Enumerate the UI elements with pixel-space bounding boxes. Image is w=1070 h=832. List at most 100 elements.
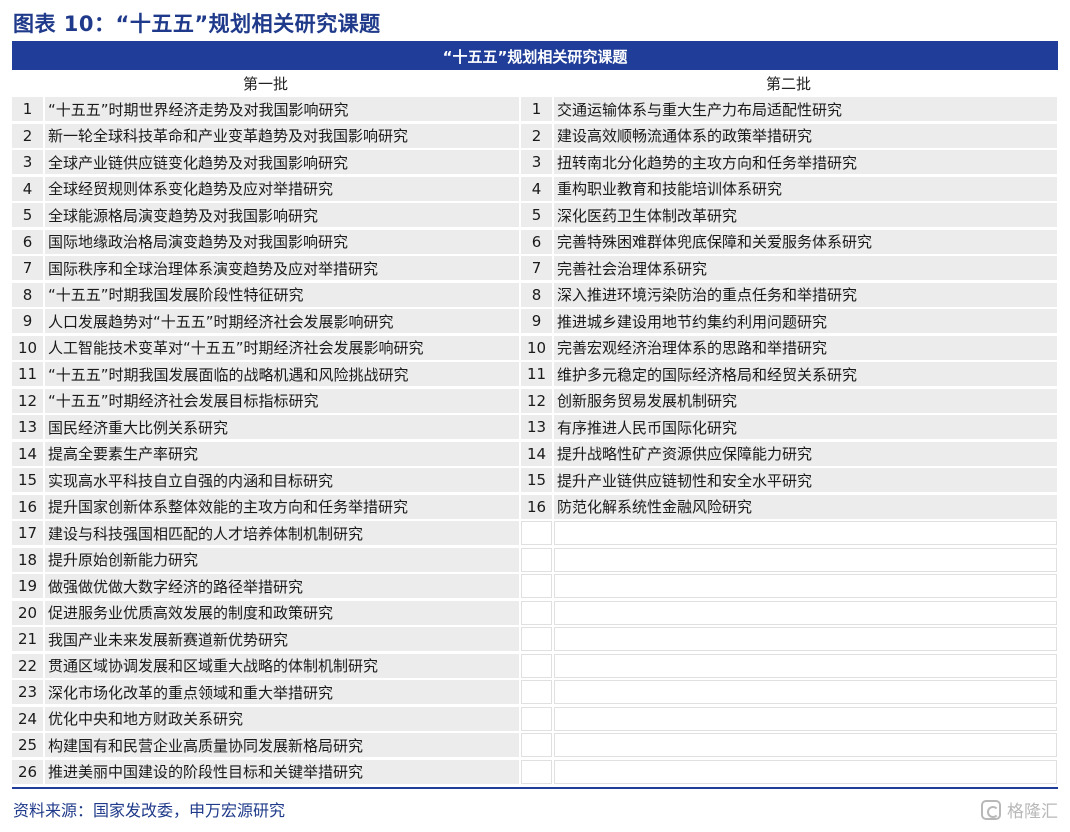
table-row: 12 “十五五”时期经济社会发展目标指标研究 12 创新服务贸易发展机制研究 <box>12 388 1058 415</box>
first-batch-number: 17 <box>12 521 43 545</box>
first-batch-topic: 国际地缘政治格局演变趋势及对我国影响研究 <box>45 229 519 254</box>
table-row: 16 提升国家创新体系整体效能的主攻方向和任务举措研究 16 防范化解系统性金融风险研… <box>12 494 1058 521</box>
first-batch-number: 2 <box>12 123 43 148</box>
first-batch-number: 20 <box>12 600 43 625</box>
table-row: 6 国际地缘政治格局演变趋势及对我国影响研究 6 完善特殊困难群体兜底保障和关爱服务体… <box>12 229 1058 256</box>
second-batch-topic <box>554 653 1057 678</box>
second-batch-number: 13 <box>521 415 552 439</box>
first-batch-number: 21 <box>12 627 43 651</box>
first-batch-topic: “十五五”时期经济社会发展目标指标研究 <box>45 388 519 413</box>
second-batch-topic <box>554 547 1057 572</box>
figure-title: 图表 10：“十五五”规划相关研究课题 <box>13 12 381 36</box>
second-batch-number <box>521 653 552 678</box>
second-batch-number <box>521 759 552 784</box>
first-batch-number: 23 <box>12 680 43 704</box>
first-batch-number: 4 <box>12 176 43 201</box>
second-batch-number <box>521 574 552 598</box>
watermark: 格隆汇 <box>981 797 1058 822</box>
second-batch-number: 5 <box>521 203 552 227</box>
second-batch-topic: 重构职业教育和技能培训体系研究 <box>554 176 1057 201</box>
first-batch-topic: 提升原始创新能力研究 <box>45 547 519 572</box>
table-row: 1 “十五五”时期世界经济走势及对我国影响研究 1 交通运输体系与重大生产力布局适配性… <box>12 96 1058 123</box>
second-batch-topic <box>554 733 1057 757</box>
second-batch-number <box>521 521 552 545</box>
table-row: 11 “十五五”时期我国发展面临的战略机遇和风险挑战研究 11 维护多元稳定的国际经济… <box>12 361 1058 388</box>
table-header: “十五五”规划相关研究课题 <box>12 41 1058 70</box>
topics-table: “十五五”规划相关研究课题 第一批 第二批 1 “十五五”时期世界经济走势及对我国… <box>12 41 1058 789</box>
first-batch-topic: “十五五”时期我国发展阶段性特征研究 <box>45 282 519 307</box>
second-batch-topic: 交通运输体系与重大生产力布局适配性研究 <box>554 97 1057 121</box>
first-batch-topic: 人口发展趋势对“十五五”时期经济社会发展影响研究 <box>45 309 519 333</box>
second-batch-topic <box>554 600 1057 625</box>
first-batch-topic: 全球产业链供应链变化趋势及对我国影响研究 <box>45 150 519 174</box>
table-row: 7 国际秩序和全球治理体系演变趋势及应对举措研究 7 完善社会治理体系研究 <box>12 255 1058 282</box>
first-batch-topic: 国际秩序和全球治理体系演变趋势及应对举措研究 <box>45 256 519 280</box>
second-batch-number: 6 <box>521 229 552 254</box>
column-header-second-batch: 第二批 <box>765 74 811 93</box>
second-batch-topic: 有序推进人民币国际化研究 <box>554 415 1057 439</box>
first-batch-number: 9 <box>12 309 43 333</box>
first-batch-number: 11 <box>12 362 43 386</box>
second-batch-number <box>521 600 552 625</box>
second-batch-topic <box>554 521 1057 545</box>
column-header-first-batch: 第一批 <box>242 74 288 93</box>
first-batch-number: 5 <box>12 203 43 227</box>
table-row: 19 做强做优做大数字经济的路径举措研究 <box>12 573 1058 600</box>
second-batch-number: 2 <box>521 123 552 148</box>
second-batch-topic <box>554 706 1057 731</box>
second-batch-number: 11 <box>521 362 552 386</box>
second-batch-number <box>521 706 552 731</box>
second-batch-topic: 完善社会治理体系研究 <box>554 256 1057 280</box>
table-row: 13 国民经济重大比例关系研究 13 有序推进人民币国际化研究 <box>12 414 1058 441</box>
table-bottom-rule <box>12 787 1058 789</box>
first-batch-topic: 建设与科技强国相匹配的人才培养体制机制研究 <box>45 521 519 545</box>
first-batch-topic: 构建国有和民营企业高质量协同发展新格局研究 <box>45 733 519 757</box>
table-row: 14 提高全要素生产率研究 14 提升战略性矿产资源供应保障能力研究 <box>12 441 1058 468</box>
first-batch-topic: 人工智能技术变革对“十五五”时期经济社会发展影响研究 <box>45 335 519 360</box>
second-batch-number: 14 <box>521 441 552 466</box>
table-row: 26 推进美丽中国建设的阶段性目标和关键举措研究 <box>12 759 1058 786</box>
first-batch-topic: 国民经济重大比例关系研究 <box>45 415 519 439</box>
first-batch-number: 3 <box>12 150 43 174</box>
first-batch-topic: 新一轮全球科技革命和产业变革趋势及对我国影响研究 <box>45 123 519 148</box>
table-row: 2 新一轮全球科技革命和产业变革趋势及对我国影响研究 2 建设高效顺畅流通体系的政策举… <box>12 123 1058 150</box>
first-batch-number: 1 <box>12 97 43 121</box>
second-batch-number <box>521 680 552 704</box>
second-batch-topic: 扭转南北分化趋势的主攻方向和任务举措研究 <box>554 150 1057 174</box>
watermark-text: 格隆汇 <box>1007 802 1058 822</box>
first-batch-topic: 贯通区域协调发展和区域重大战略的体制机制研究 <box>45 653 519 678</box>
table-row: 21 我国产业未来发展新赛道新优势研究 <box>12 626 1058 653</box>
first-batch-topic: 做强做优做大数字经济的路径举措研究 <box>45 574 519 598</box>
first-batch-topic: 深化市场化改革的重点领域和重大举措研究 <box>45 680 519 704</box>
first-batch-topic: 优化中央和地方财政关系研究 <box>45 706 519 731</box>
first-batch-number: 24 <box>12 706 43 731</box>
second-batch-number <box>521 547 552 572</box>
first-batch-number: 22 <box>12 653 43 678</box>
first-batch-number: 10 <box>12 335 43 360</box>
second-batch-topic: 深入推进环境污染防治的重点任务和举措研究 <box>554 282 1057 307</box>
table-row: 18 提升原始创新能力研究 <box>12 547 1058 574</box>
first-batch-topic: 促进服务业优质高效发展的制度和政策研究 <box>45 600 519 625</box>
first-batch-topic: 全球能源格局演变趋势及对我国影响研究 <box>45 203 519 227</box>
table-row: 24 优化中央和地方财政关系研究 <box>12 706 1058 733</box>
watermark-logo-icon <box>981 799 1001 820</box>
second-batch-number: 15 <box>521 468 552 492</box>
table-row: 22 贯通区域协调发展和区域重大战略的体制机制研究 <box>12 653 1058 680</box>
table-row: 25 构建国有和民营企业高质量协同发展新格局研究 <box>12 732 1058 759</box>
second-batch-topic: 维护多元稳定的国际经济格局和经贸关系研究 <box>554 362 1057 386</box>
table-row: 3 全球产业链供应链变化趋势及对我国影响研究 3 扭转南北分化趋势的主攻方向和任务举措… <box>12 149 1058 176</box>
second-batch-topic: 防范化解系统性金融风险研究 <box>554 494 1057 519</box>
first-batch-topic: “十五五”时期我国发展面临的战略机遇和风险挑战研究 <box>45 362 519 386</box>
first-batch-topic: 实现高水平科技自立自强的内涵和目标研究 <box>45 468 519 492</box>
first-batch-number: 14 <box>12 441 43 466</box>
first-batch-number: 18 <box>12 547 43 572</box>
second-batch-topic <box>554 627 1057 651</box>
first-batch-topic: 推进美丽中国建设的阶段性目标和关键举措研究 <box>45 759 519 784</box>
second-batch-topic: 完善宏观经济治理体系的思路和举措研究 <box>554 335 1057 360</box>
second-batch-number <box>521 733 552 757</box>
second-batch-number: 3 <box>521 150 552 174</box>
second-batch-number <box>521 627 552 651</box>
second-batch-number: 10 <box>521 335 552 360</box>
second-batch-topic <box>554 574 1057 598</box>
second-batch-number: 9 <box>521 309 552 333</box>
